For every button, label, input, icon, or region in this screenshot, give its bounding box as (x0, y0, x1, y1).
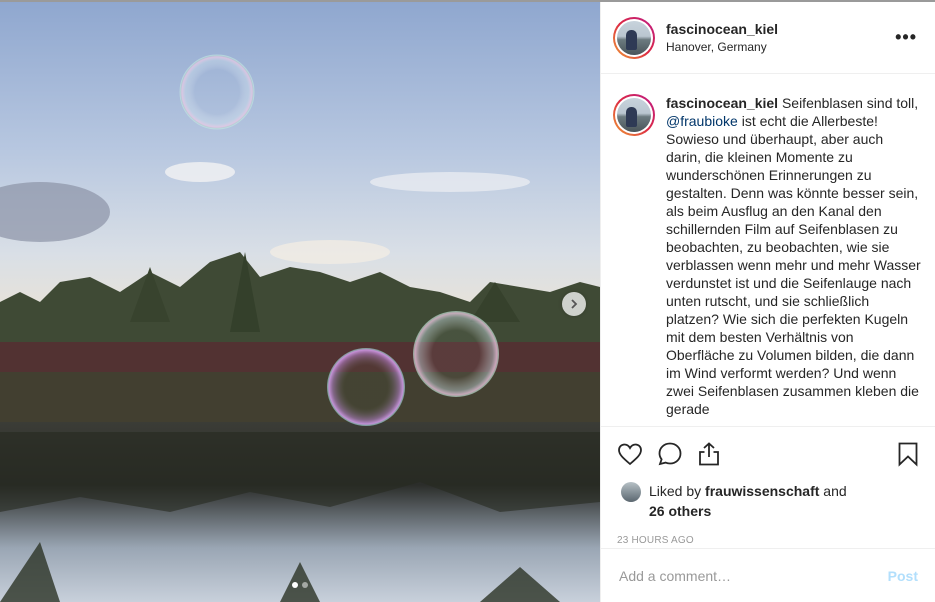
author-avatar[interactable] (613, 16, 655, 59)
post-location[interactable]: Hanover, Germany (666, 40, 891, 54)
photo-canvas (0, 2, 600, 602)
caption-username[interactable]: fascinocean_kiel (666, 95, 778, 111)
comment-form: Post (601, 548, 935, 602)
chevron-right-icon (571, 299, 578, 309)
carousel-indicator (0, 582, 600, 588)
next-slide-button[interactable] (562, 292, 586, 316)
liked-by-and: and (819, 483, 847, 499)
heart-icon (618, 443, 642, 466)
liked-by-username[interactable]: frauwissenschaft (705, 483, 819, 499)
liker-avatar[interactable] (621, 482, 641, 502)
liked-by-prefix: Liked by (649, 483, 706, 499)
share-button[interactable] (697, 434, 737, 474)
like-button[interactable] (617, 434, 657, 474)
post-comment-button[interactable]: Post (888, 568, 918, 584)
author-username[interactable]: fascinocean_kiel (666, 21, 891, 37)
comment-icon (658, 442, 682, 466)
comment-button[interactable] (657, 434, 697, 474)
post-timestamp[interactable]: 23 HOURS AGO (617, 535, 919, 546)
caption-text-part-2: ist echt die Allerbeste! Sowieso und übe… (666, 113, 921, 417)
save-button[interactable] (879, 434, 919, 474)
comment-input[interactable] (619, 567, 888, 584)
post-caption: fascinocean_kiel Seifenblasen sind toll,… (666, 94, 921, 426)
post-dialog: fascinocean_kiel Hanover, Germany ••• fa… (0, 0, 935, 602)
bookmark-icon (898, 442, 918, 467)
likes-others-link[interactable]: 26 others (649, 503, 711, 519)
caption-text-part-1: Seifenblasen sind toll, (778, 95, 919, 111)
likes-summary: Liked by frauwissenschaft and 26 others (617, 481, 919, 521)
post-actions: Liked by frauwissenschaft and 26 others 2… (601, 426, 935, 556)
caption-section: fascinocean_kiel Seifenblasen sind toll,… (601, 74, 935, 426)
more-options-icon[interactable]: ••• (891, 27, 921, 48)
likes-text: Liked by frauwissenschaft and 26 others (649, 481, 847, 521)
caption-author-avatar[interactable] (613, 94, 655, 136)
post-photo[interactable] (0, 2, 600, 602)
carousel-dot-2 (302, 582, 308, 588)
caption-mention-link[interactable]: @fraubioke (666, 113, 738, 129)
post-header: fascinocean_kiel Hanover, Germany ••• (601, 2, 935, 74)
share-icon (699, 442, 719, 466)
carousel-dot-1 (292, 582, 298, 588)
post-side-panel: fascinocean_kiel Hanover, Germany ••• fa… (600, 2, 935, 602)
